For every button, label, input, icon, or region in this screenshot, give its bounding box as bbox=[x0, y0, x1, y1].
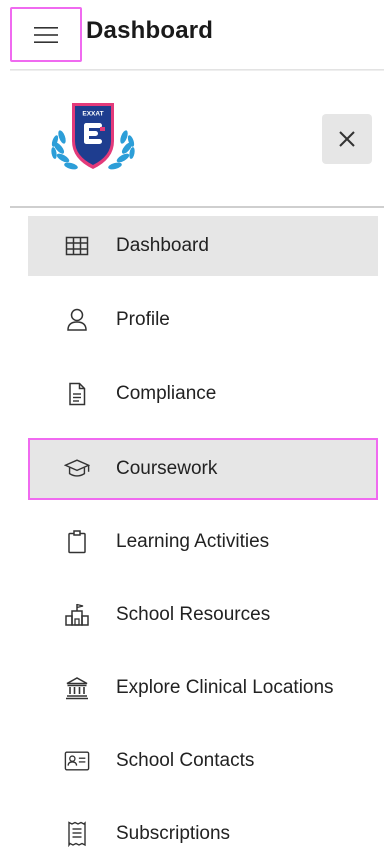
nav-item-label: School Resources bbox=[116, 604, 271, 625]
graduation-cap-icon bbox=[64, 456, 90, 482]
nav-item-label: School Contacts bbox=[116, 750, 255, 771]
nav-item-label: Compliance bbox=[116, 383, 217, 404]
close-drawer-button[interactable] bbox=[322, 114, 372, 164]
page-title: Dashboard bbox=[86, 17, 214, 44]
grid-icon bbox=[64, 233, 90, 259]
close-icon bbox=[337, 129, 357, 149]
receipt-icon bbox=[64, 821, 90, 847]
nav-item-subscriptions[interactable]: Subscriptions bbox=[28, 804, 378, 864]
top-app-bar: Dashboard bbox=[0, 0, 384, 70]
user-icon bbox=[64, 307, 90, 333]
exxat-logo: EXXAT bbox=[48, 97, 138, 177]
nav-item-label: Dashboard bbox=[116, 235, 209, 256]
drawer-header: EXXAT bbox=[10, 71, 384, 206]
nav-item-profile[interactable]: Profile bbox=[28, 290, 378, 350]
document-icon bbox=[64, 381, 90, 407]
nav-item-school-resources[interactable]: School Resources bbox=[28, 585, 378, 645]
nav-item-label: Subscriptions bbox=[116, 823, 231, 844]
school-icon bbox=[64, 602, 90, 628]
logo-text: EXXAT bbox=[82, 111, 103, 118]
hamburger-menu-icon bbox=[33, 25, 59, 45]
nav-item-dashboard[interactable]: Dashboard bbox=[28, 216, 378, 276]
nav-item-label: Profile bbox=[116, 309, 170, 330]
nav-item-label: Coursework bbox=[116, 458, 218, 479]
institution-icon bbox=[64, 675, 90, 701]
drawer-divider bbox=[10, 206, 384, 208]
hamburger-menu-button[interactable] bbox=[10, 7, 82, 62]
nav-item-label: Learning Activities bbox=[116, 531, 270, 552]
nav-item-learning-activities[interactable]: Learning Activities bbox=[28, 512, 378, 572]
clipboard-icon bbox=[64, 529, 90, 555]
contact-card-icon bbox=[64, 748, 90, 774]
nav-item-coursework[interactable]: Coursework bbox=[28, 438, 378, 500]
nav-item-label: Explore Clinical Locations bbox=[116, 677, 334, 698]
nav-item-school-contacts[interactable]: School Contacts bbox=[28, 731, 378, 791]
nav-item-compliance[interactable]: Compliance bbox=[28, 364, 378, 424]
nav-item-explore-clinical-locations[interactable]: Explore Clinical Locations bbox=[28, 658, 378, 718]
